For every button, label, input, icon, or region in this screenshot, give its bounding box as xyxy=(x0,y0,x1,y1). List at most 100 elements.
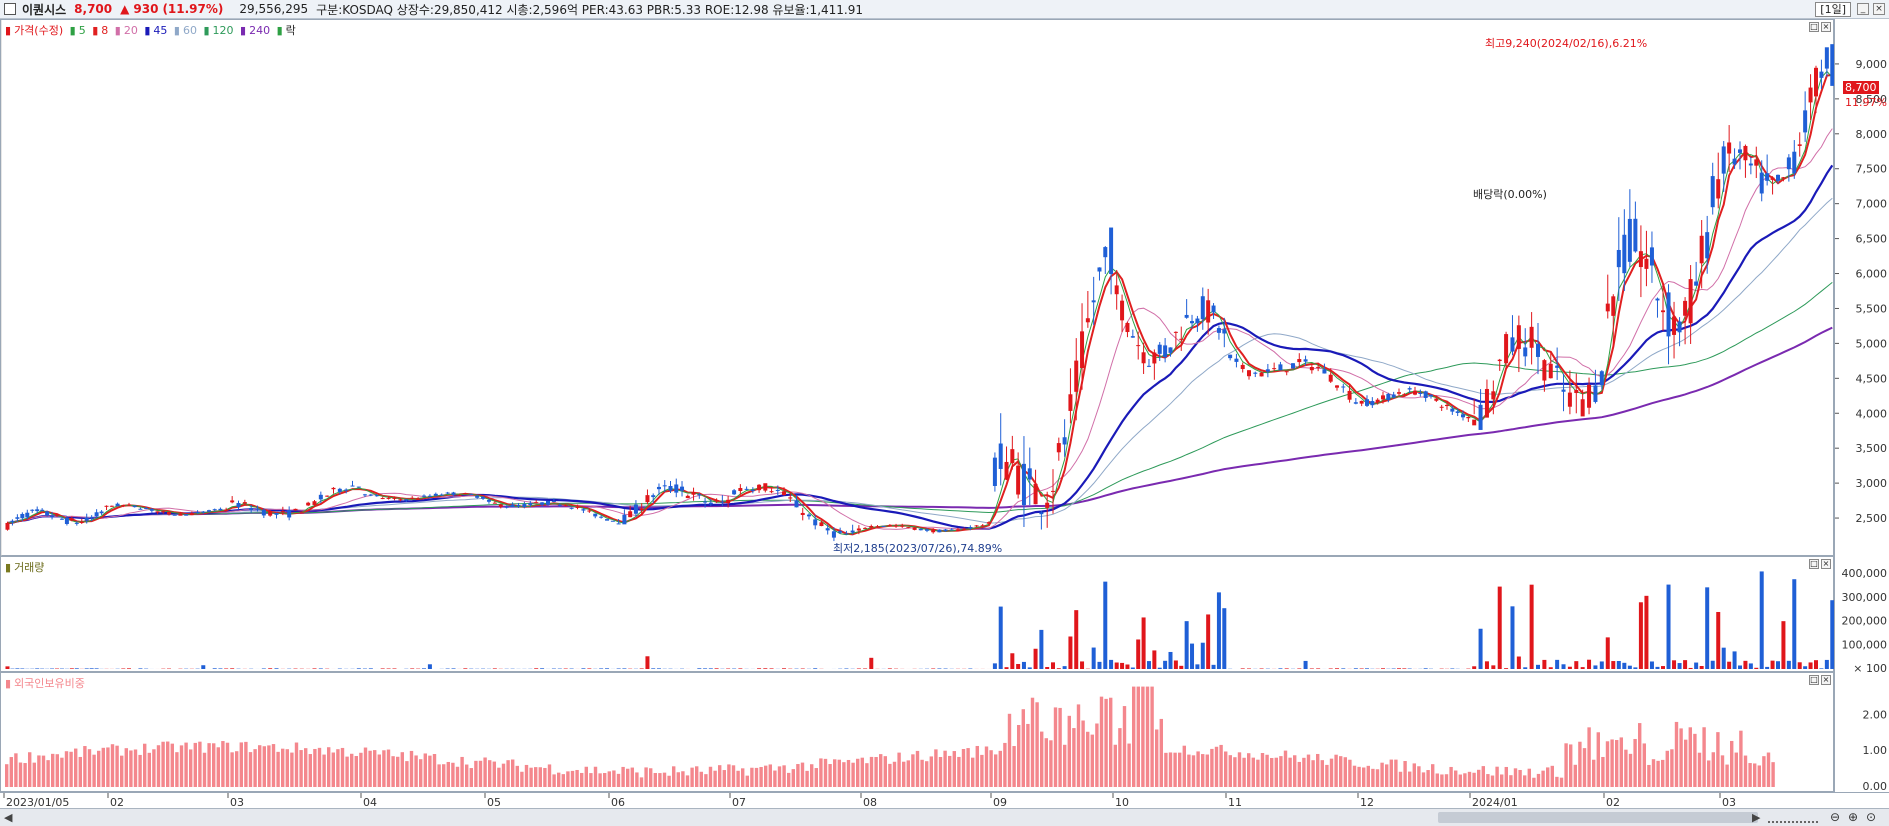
close-icon[interactable]: × xyxy=(1873,3,1885,15)
foreign-bar xyxy=(1219,744,1223,787)
candle-body xyxy=(668,485,673,491)
candle-body xyxy=(551,501,556,503)
volume-bar xyxy=(1120,662,1125,669)
candle-body xyxy=(1247,370,1251,377)
scroll-thumb[interactable] xyxy=(1438,812,1758,823)
foreign-bar xyxy=(152,749,156,787)
volume-bar xyxy=(1045,667,1050,669)
candle-body xyxy=(94,512,99,517)
foreign-bar xyxy=(193,742,197,787)
candle-body xyxy=(1797,144,1802,146)
foreign-bar xyxy=(1458,774,1462,787)
volume-tick-label: 400,000 xyxy=(1842,567,1888,580)
foreign-bar xyxy=(1233,757,1237,787)
candle-body xyxy=(1803,110,1808,133)
volume-bar xyxy=(1638,602,1643,669)
candle-body xyxy=(1375,399,1380,403)
candle-body xyxy=(293,508,298,511)
ma8-line xyxy=(7,74,1833,536)
foreign-bar xyxy=(1711,752,1715,787)
chart-scrollbar[interactable]: ◀ ▶ ⊖ ⊕ ⊙ xyxy=(0,808,1889,826)
candle-body xyxy=(115,503,120,507)
volume-bar xyxy=(74,668,79,669)
period-selector[interactable]: [1일] xyxy=(1815,2,1851,17)
volume-bar xyxy=(274,668,279,669)
zoom-reset-icon[interactable]: ⊙ xyxy=(1866,810,1876,824)
zoom-in-icon[interactable]: ⊕ xyxy=(1848,810,1858,824)
foreign-bar xyxy=(1408,771,1412,787)
foreign-ownership-pane[interactable]: ▮ 외국인보유비중 □ × xyxy=(0,672,1834,792)
volume-bar xyxy=(1130,667,1135,669)
foreign-bar xyxy=(1743,755,1748,787)
pane-close-icon[interactable]: × xyxy=(1821,22,1831,32)
candle-body xyxy=(557,504,562,506)
foreign-bar xyxy=(851,762,855,787)
candle-body xyxy=(510,504,515,508)
price-chart-pane[interactable]: ▮ 가격(수정) ▮ 5 ▮ 8 ▮ 20 ▮ 45 ▮ 60 ▮ 120 ▮ 240 ▮ 락 최… xyxy=(0,19,1835,557)
foreign-bar xyxy=(1260,753,1265,787)
volume-bar xyxy=(1574,661,1579,669)
candle-body xyxy=(280,511,285,513)
volume-bar xyxy=(1748,663,1753,669)
x-axis: 2023/01/05 02 03 04 05 06 07 08 09 10 11 12 2024/01 0… xyxy=(0,792,1889,809)
minimize-icon[interactable]: _ xyxy=(1857,3,1869,15)
foreign-pane-close-icon[interactable]: × xyxy=(1821,675,1831,685)
volume-bar xyxy=(127,668,131,669)
candle-body xyxy=(563,505,568,507)
foreign-bar xyxy=(879,754,883,787)
stock-name[interactable]: 이퀀시스 xyxy=(22,1,66,18)
volume-bar xyxy=(1743,660,1748,669)
volume-bar xyxy=(1721,647,1726,669)
change-percent: (11.97%) xyxy=(162,2,224,16)
foreign-bar xyxy=(1527,768,1531,787)
foreign-bar xyxy=(1334,754,1338,787)
candle-body xyxy=(680,486,685,491)
candle-body xyxy=(1200,296,1205,320)
pane-max-icon[interactable]: □ xyxy=(1809,22,1819,32)
candle-body xyxy=(337,488,342,492)
foreign-bar xyxy=(1753,763,1757,787)
candle-body xyxy=(931,529,936,533)
panel-checkbox[interactable] xyxy=(4,3,16,15)
foreign-pane-max-icon[interactable]: □ xyxy=(1809,675,1819,685)
foreign-bar xyxy=(74,748,78,787)
candle-body xyxy=(1381,395,1385,400)
candle-body xyxy=(242,502,247,504)
scroll-right-icon[interactable]: ▶ xyxy=(1752,811,1760,824)
volume-bar xyxy=(1222,608,1227,669)
price-tick-label: 2,500 xyxy=(1856,512,1888,525)
volume-pane-max-icon[interactable]: □ xyxy=(1809,559,1819,569)
volume-bar xyxy=(1125,664,1130,669)
candle-body xyxy=(64,517,69,525)
foreign-bar xyxy=(856,758,860,787)
foreign-bar xyxy=(681,771,685,787)
foreign-bar xyxy=(460,756,464,787)
foreign-bar xyxy=(147,752,151,787)
foreign-bar xyxy=(915,750,920,787)
volume-pane-close-icon[interactable]: × xyxy=(1821,559,1831,569)
volume-bar xyxy=(645,656,650,669)
volume-bar xyxy=(1365,668,1369,669)
foreign-bar xyxy=(984,746,989,787)
candle-body xyxy=(149,508,154,511)
foreign-bar xyxy=(690,767,694,787)
scroll-left-icon[interactable]: ◀ xyxy=(4,811,12,824)
candle-body xyxy=(1450,408,1455,412)
candle-body xyxy=(212,509,217,511)
foreign-bar xyxy=(1513,768,1518,787)
volume-bar xyxy=(201,665,206,669)
volume-bar xyxy=(1316,668,1321,669)
candle-body xyxy=(599,516,604,518)
foreign-bar xyxy=(299,750,303,787)
candle-body xyxy=(1080,331,1085,369)
volume-bar xyxy=(1599,661,1604,669)
foreign-bar xyxy=(1118,728,1122,787)
foreign-bar xyxy=(1619,737,1623,787)
zoom-out-icon[interactable]: ⊖ xyxy=(1830,810,1840,824)
volume-bar xyxy=(69,668,74,669)
volume-bar xyxy=(1683,660,1688,669)
candle-body xyxy=(1341,386,1346,388)
foreign-bar xyxy=(1017,724,1021,787)
volume-chart-pane[interactable]: ▮ 거래량 □ × xyxy=(0,556,1835,672)
zoom-slider[interactable] xyxy=(1768,813,1818,823)
